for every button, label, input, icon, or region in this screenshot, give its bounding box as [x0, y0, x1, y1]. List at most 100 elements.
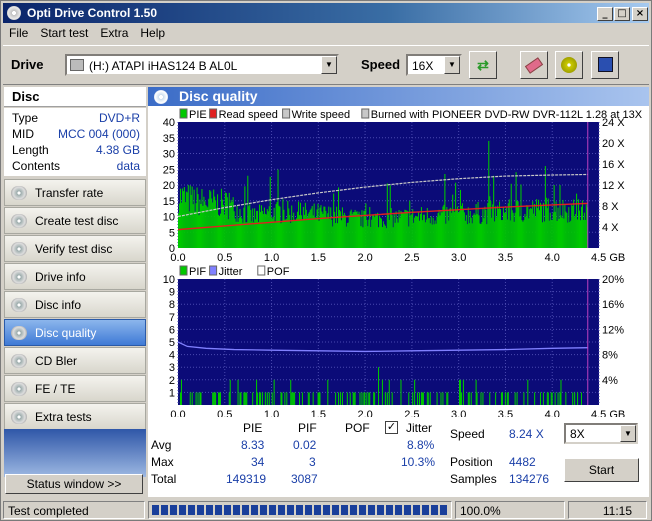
- pie-bar: [425, 219, 427, 248]
- pie-bar: [577, 219, 579, 248]
- pif-bar: [516, 392, 518, 405]
- status-window-button[interactable]: Status window >>: [5, 474, 143, 494]
- pie-bar: [585, 204, 587, 248]
- pie-bar: [191, 186, 193, 248]
- pif-bar: [495, 392, 497, 405]
- disc-icon: [11, 242, 27, 256]
- chevron-down-icon[interactable]: ▼: [321, 56, 337, 74]
- pif-bar: [243, 392, 245, 405]
- pie-bar: [221, 199, 223, 248]
- pie-bar: [486, 224, 488, 248]
- maximize-button[interactable]: □: [614, 7, 630, 21]
- minimize-button[interactable]: _: [597, 7, 613, 21]
- pif-bar: [199, 392, 201, 405]
- pie-bar: [562, 199, 564, 248]
- erase-button[interactable]: [520, 51, 548, 79]
- pif-bar: [240, 392, 242, 405]
- pie-bar: [510, 183, 512, 248]
- pif-bar: [191, 392, 193, 405]
- menu-help[interactable]: Help: [134, 24, 171, 40]
- y-tick-label: 8: [169, 299, 175, 311]
- pie-bar: [423, 214, 425, 248]
- pie-bar: [513, 221, 515, 248]
- pie-bar: [536, 199, 538, 248]
- position-value: 4482: [509, 455, 536, 469]
- menu-start-test[interactable]: Start test: [34, 24, 94, 40]
- sidebar-item-transfer-rate[interactable]: Transfer rate: [4, 179, 146, 206]
- pie-bar: [466, 224, 468, 248]
- refresh-button[interactable]: ⇄: [469, 51, 497, 79]
- pie-bar: [401, 212, 403, 248]
- drive-select[interactable]: (H:) ATAPI iHAS124 B AL0L ▼: [65, 54, 339, 76]
- pie-bar: [492, 204, 494, 248]
- pif-bar: [318, 392, 320, 405]
- chevron-down-icon[interactable]: ▼: [444, 56, 460, 74]
- pie-bar: [538, 199, 540, 248]
- sidebar-item-disc-quality[interactable]: Disc quality: [4, 319, 146, 346]
- sidebar-item-verify-test-disc[interactable]: Verify test disc: [4, 235, 146, 262]
- save-button[interactable]: [591, 51, 619, 79]
- pie-bar: [456, 209, 458, 248]
- sidebar-item-label: Disc info: [35, 298, 82, 312]
- start-button[interactable]: Start: [564, 458, 639, 482]
- legend-swatch: [179, 108, 188, 119]
- menu-extra[interactable]: Extra: [94, 24, 134, 40]
- sidebar-item-create-test-disc[interactable]: Create test disc: [4, 207, 146, 234]
- title-bar[interactable]: Opti Drive Control 1.50 _ □ ×: [3, 3, 649, 23]
- pie-bar: [284, 219, 286, 248]
- sidebar-item-fe-te[interactable]: FE / TE: [4, 375, 146, 402]
- menu-bar: File Start test Extra Help: [3, 24, 649, 42]
- pif-bar: [426, 392, 428, 405]
- pif-bar: [341, 392, 343, 405]
- pie-bar: [346, 222, 348, 248]
- sidebar-item-drive-info[interactable]: Drive info: [4, 263, 146, 290]
- menu-file[interactable]: File: [3, 24, 34, 40]
- sidebar-item-disc-info[interactable]: Disc info: [4, 291, 146, 318]
- disc-row-contents: Contents data: [12, 159, 144, 175]
- pie-bar: [248, 206, 250, 248]
- sidebar-item-cd-bler[interactable]: CD Bler: [4, 347, 146, 374]
- test-speed-select[interactable]: 8X ▼: [564, 423, 638, 444]
- pie-bar: [252, 208, 254, 248]
- close-button[interactable]: ×: [632, 7, 648, 21]
- pie-bar: [320, 205, 322, 248]
- pif-bar: [266, 392, 268, 405]
- pie-bar: [280, 223, 282, 248]
- pie-bar: [302, 206, 304, 248]
- pie-bar: [389, 185, 391, 248]
- pie-bar: [287, 200, 289, 248]
- jitter-checkbox[interactable]: ✓: [385, 421, 398, 434]
- pie-bar: [467, 207, 469, 248]
- speed-select[interactable]: 16X ▼: [406, 54, 462, 76]
- y-tick-label: 20: [163, 180, 175, 192]
- pie-bar: [421, 220, 423, 248]
- pie-bar: [309, 209, 311, 248]
- sidebar-item-extra-tests[interactable]: Extra tests: [4, 403, 146, 430]
- pie-bar: [487, 202, 489, 248]
- panel-header: Disc quality: [148, 87, 649, 106]
- pie-bar: [277, 169, 279, 248]
- pie-bar: [236, 205, 238, 248]
- pie-bar: [516, 200, 518, 248]
- pie-bar: [291, 205, 293, 248]
- legend-label: Write speed: [292, 109, 351, 121]
- y-tick-label: 0: [169, 243, 175, 255]
- pie-bar: [453, 209, 455, 248]
- pie-bar: [190, 194, 192, 248]
- pie-bar: [265, 214, 267, 248]
- chevron-down-icon[interactable]: ▼: [620, 425, 636, 442]
- pie-bar: [498, 201, 501, 248]
- pif-bar: [335, 392, 337, 405]
- pie-bar: [535, 216, 537, 248]
- status-bar: Test completed 100.0% 11:15: [3, 501, 649, 520]
- pie-bar: [194, 211, 196, 248]
- pie-bar: [178, 213, 180, 248]
- pie-bar: [514, 212, 516, 248]
- legend-swatch: [361, 108, 370, 119]
- sidebar-item-label: Disc quality: [35, 326, 97, 340]
- pie-bar: [359, 214, 361, 248]
- copy-disc-button[interactable]: [555, 51, 583, 79]
- pie-bar: [501, 220, 503, 248]
- pie-bar: [262, 214, 264, 248]
- pie-bar: [395, 211, 397, 248]
